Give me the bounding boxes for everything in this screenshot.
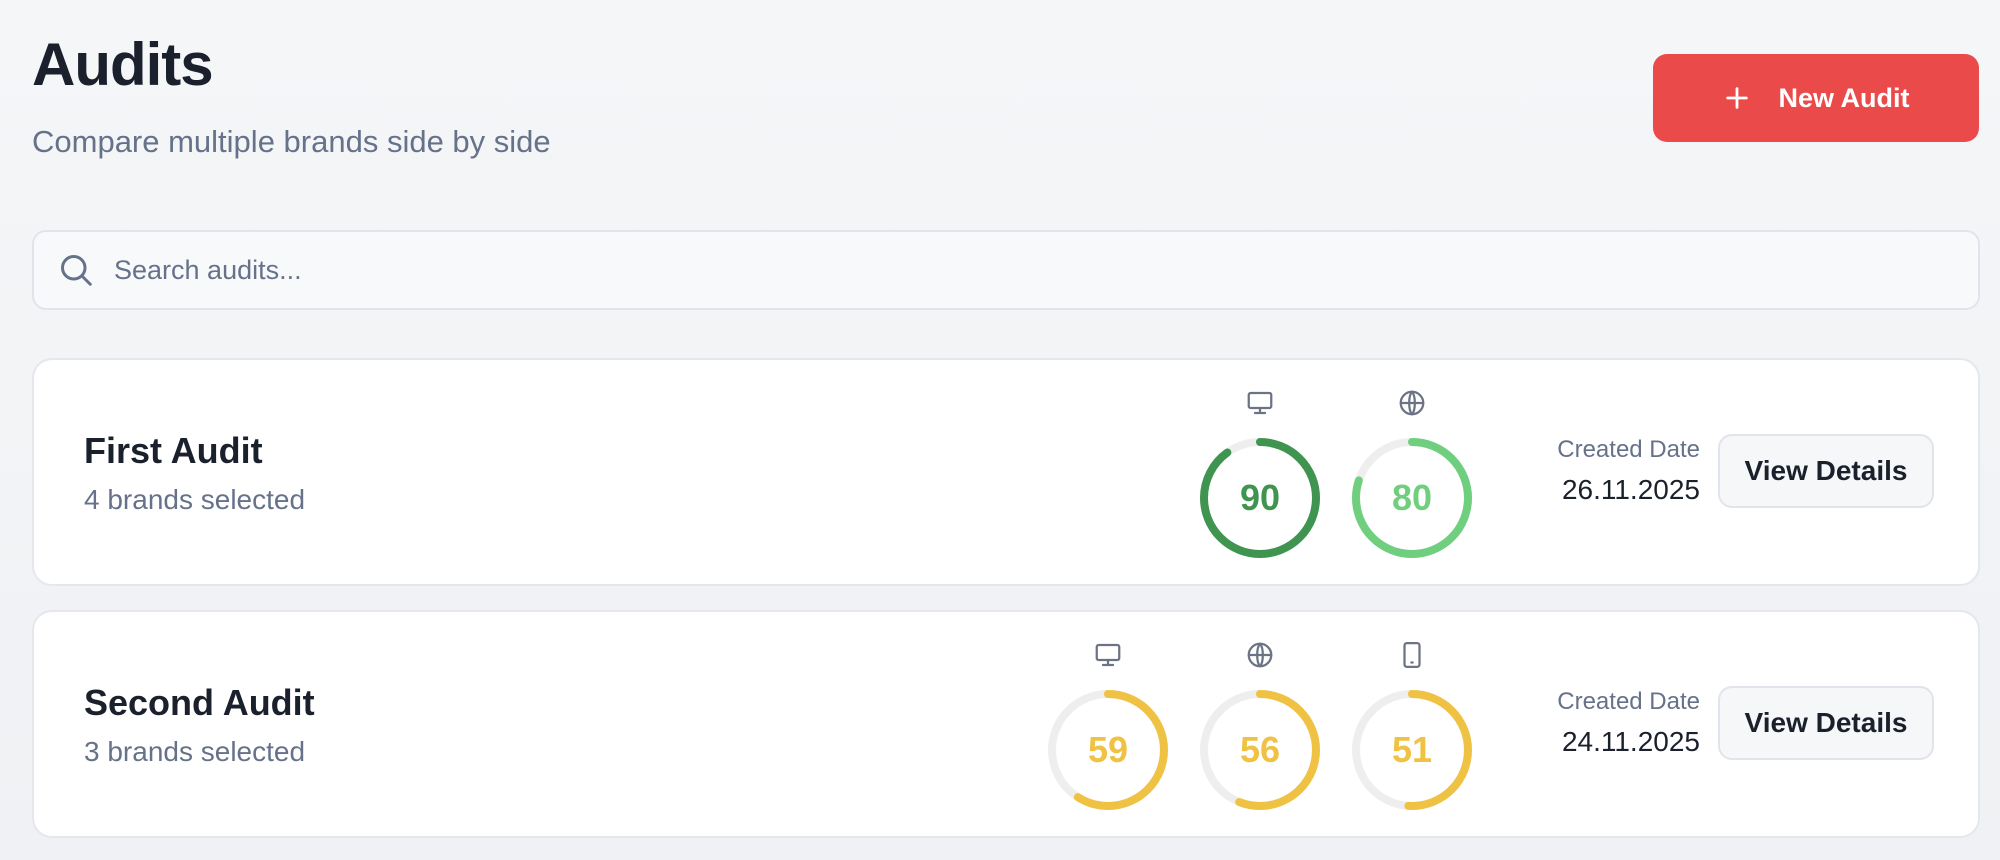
new-audit-label: New Audit bbox=[1778, 82, 1910, 113]
score-gauge-web: 56 bbox=[1198, 640, 1322, 812]
created-date-value: 24.11.2025 bbox=[1561, 726, 1700, 757]
view-details-button[interactable]: View Details bbox=[1718, 434, 1934, 508]
desktop-icon bbox=[1247, 391, 1273, 415]
search-bar[interactable] bbox=[32, 230, 1980, 310]
search-icon bbox=[61, 255, 92, 286]
score-gauge-mobile: 51 bbox=[1350, 640, 1474, 812]
score-value: 59 bbox=[1087, 729, 1129, 770]
audit-name: First Audit bbox=[84, 430, 263, 471]
plus-icon bbox=[1725, 87, 1748, 109]
score-value: 80 bbox=[1391, 477, 1433, 518]
globe-icon bbox=[1247, 642, 1273, 668]
score-gauge-desktop: 90 bbox=[1198, 388, 1322, 560]
audit-card: First Audit 4 brands selected 90 80 Crea… bbox=[32, 358, 1980, 586]
created-date-label: Created Date bbox=[1557, 688, 1700, 715]
mobile-icon bbox=[1403, 642, 1421, 668]
new-audit-button[interactable]: New Audit bbox=[1653, 54, 1979, 142]
globe-icon bbox=[1399, 390, 1425, 416]
search-input[interactable] bbox=[114, 254, 1914, 286]
score-gauge-desktop: 59 bbox=[1046, 640, 1170, 812]
desktop-icon bbox=[1095, 643, 1121, 667]
page-title: Audits bbox=[32, 31, 214, 98]
created-date-label: Created Date bbox=[1557, 436, 1700, 463]
audit-name: Second Audit bbox=[84, 682, 315, 723]
audit-brands-count: 4 brands selected bbox=[84, 484, 306, 515]
page-subtitle: Compare multiple brands side by side bbox=[32, 124, 551, 159]
score-value: 90 bbox=[1239, 477, 1281, 518]
view-details-button[interactable]: View Details bbox=[1718, 686, 1934, 760]
audit-brands-count: 3 brands selected bbox=[84, 736, 306, 767]
audit-card: Second Audit 3 brands selected 59 56 51 bbox=[32, 610, 1980, 838]
score-gauge-web: 80 bbox=[1350, 388, 1474, 560]
created-date-value: 26.11.2025 bbox=[1561, 474, 1700, 505]
score-value: 56 bbox=[1239, 729, 1281, 770]
score-value: 51 bbox=[1391, 729, 1433, 770]
